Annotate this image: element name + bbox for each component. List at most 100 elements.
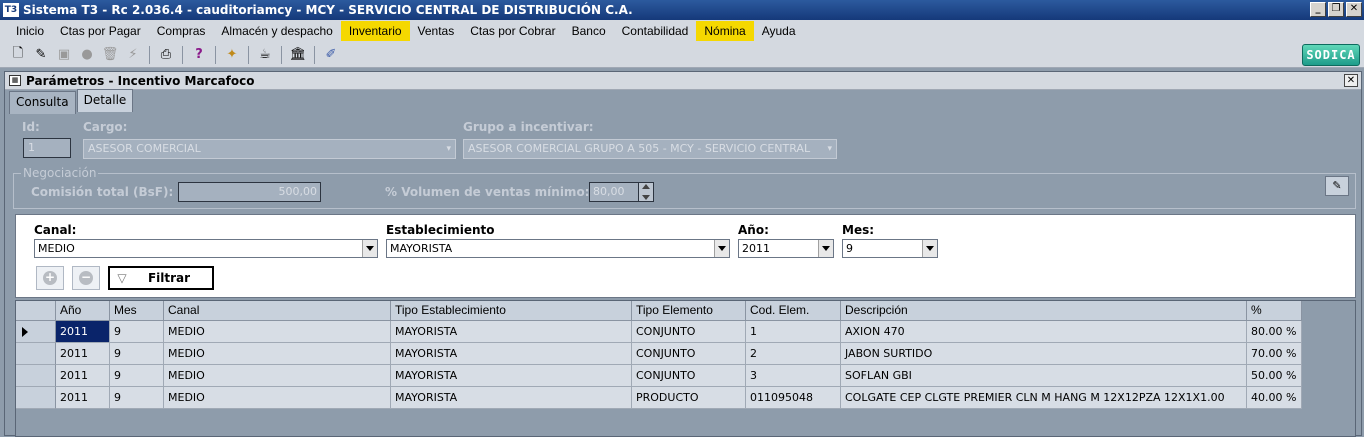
menu-item[interactable]: Banco [564,21,614,41]
table-cell[interactable]: 011095048 [746,387,841,409]
dropdown-arrow-icon[interactable] [714,240,729,257]
table-cell[interactable]: 9 [110,321,164,343]
table-cell[interactable]: MAYORISTA [391,321,632,343]
table-cell[interactable]: 50.00 % [1247,365,1302,387]
funnel-icon: ▽ [117,271,127,285]
tab-consulta[interactable]: Consulta [9,91,76,114]
minimize-icon[interactable]: _ [1310,2,1326,17]
cargo-label: Cargo: [83,120,128,134]
restore-icon[interactable]: ❐ [1328,2,1344,17]
column-header[interactable]: Canal [164,301,391,321]
establecimiento-select[interactable]: MAYORISTA [386,239,730,258]
table-cell[interactable]: MEDIO [164,387,391,409]
menu-item[interactable]: Contabilidad [614,21,697,41]
comision-field[interactable]: 500,00 [178,182,321,202]
volumen-spinner[interactable] [638,182,654,202]
row-selector[interactable] [16,387,56,409]
close-icon[interactable]: ✕ [1346,2,1362,17]
tools-icon[interactable]: ✐ [321,45,341,65]
filter-panel: Canal: MEDIO Establecimiento MAYORISTA A… [15,214,1356,298]
print-icon[interactable]: ⎙ [156,45,176,65]
column-header[interactable]: Mes [110,301,164,321]
column-header[interactable]: Año [56,301,110,321]
lightning-icon[interactable]: ⚡ [123,45,143,65]
id-field[interactable]: 1 [23,138,71,158]
broom-icon[interactable]: ✦ [222,45,242,65]
add-button[interactable]: + [36,266,64,290]
menu-item[interactable]: Ventas [410,21,463,41]
menu-item[interactable]: Almacén y despacho [213,21,340,41]
table-cell[interactable]: AXION 470 [841,321,1247,343]
row-selector[interactable] [16,365,56,387]
table-cell[interactable]: SOFLAN GBI [841,365,1247,387]
remove-button[interactable]: − [72,266,100,290]
row-selector[interactable] [16,343,56,365]
cargo-select[interactable]: ASESOR COMERCIAL ▾ [83,139,456,159]
table-cell[interactable]: 3 [746,365,841,387]
cancel-icon[interactable]: ● [77,45,97,65]
sodica-logo: SODICA [1302,44,1360,66]
bank-icon[interactable]: 🏛 [288,45,308,65]
table-cell[interactable]: CONJUNTO [632,343,746,365]
menu-item[interactable]: Ctas por Cobrar [462,21,563,41]
table-cell[interactable]: MEDIO [164,365,391,387]
anio-select[interactable]: 2011 [738,239,834,258]
table-cell[interactable]: 9 [110,365,164,387]
tab-detalle[interactable]: Detalle [76,89,134,112]
toolbar-separator [215,45,216,64]
table-cell[interactable]: MEDIO [164,343,391,365]
column-header[interactable]: Cod. Elem. [746,301,841,321]
column-header[interactable]: % [1247,301,1302,321]
column-header[interactable]: Descripción [841,301,1247,321]
table-cell[interactable]: 40.00 % [1247,387,1302,409]
table-cell[interactable]: 2011 [56,321,110,343]
help-icon[interactable]: ? [189,45,209,65]
child-close-icon[interactable]: ✕ [1344,74,1358,87]
edit-icon[interactable]: ✎ [31,45,51,65]
table-cell[interactable]: CONJUNTO [632,321,746,343]
table-cell[interactable]: 2 [746,343,841,365]
table-cell[interactable]: 9 [110,343,164,365]
table-cell[interactable]: MAYORISTA [391,365,632,387]
menu-item[interactable]: Inventario [340,21,410,41]
new-doc-icon[interactable]: 🗋 [8,45,28,65]
cargo-select-value: ASESOR COMERCIAL [88,142,201,155]
menu-item[interactable]: Nómina [696,21,754,41]
dropdown-arrow-icon[interactable] [922,240,937,257]
table-cell[interactable]: 70.00 % [1247,343,1302,365]
menu-item[interactable]: Ctas por Pagar [52,21,149,41]
volumen-field[interactable]: 80,00 [589,182,639,202]
edit-negociacion-button[interactable]: ✎ [1325,176,1349,196]
table-cell[interactable]: PRODUCTO [632,387,746,409]
mes-select-value: 9 [846,242,853,255]
table-cell[interactable]: 2011 [56,343,110,365]
menu-item[interactable]: Compras [149,21,214,41]
table-cell[interactable]: MAYORISTA [391,387,632,409]
table-cell[interactable]: JABON SURTIDO [841,343,1247,365]
table-cell[interactable]: 1 [746,321,841,343]
column-header[interactable]: Tipo Establecimiento [391,301,632,321]
table-cell[interactable]: MAYORISTA [391,343,632,365]
table-cell[interactable]: 9 [110,387,164,409]
dropdown-arrow-icon[interactable] [362,240,377,257]
table-cell[interactable]: 2011 [56,387,110,409]
save-icon[interactable]: ▣ [54,45,74,65]
table-cell[interactable]: COLGATE CEP CLGTE PREMIER CLN M HANG M 1… [841,387,1247,409]
dropdown-arrow-icon[interactable] [818,240,833,257]
table-cell[interactable]: CONJUNTO [632,365,746,387]
toolbar-separator [314,45,315,64]
canal-select[interactable]: MEDIO [34,239,378,258]
negociacion-label: Negociación [21,166,99,180]
column-header[interactable]: Tipo Elemento [632,301,746,321]
coffee-icon[interactable]: ☕ [255,45,275,65]
delete-icon[interactable]: 🗑 [100,45,120,65]
table-cell[interactable]: 80.00 % [1247,321,1302,343]
menu-item[interactable]: Inicio [8,21,52,41]
row-selector[interactable] [16,321,56,343]
table-cell[interactable]: 2011 [56,365,110,387]
filtrar-button[interactable]: ▽ Filtrar [108,266,214,290]
table-cell[interactable]: MEDIO [164,321,391,343]
menu-item[interactable]: Ayuda [754,21,804,41]
mes-select[interactable]: 9 [842,239,938,258]
grupo-select[interactable]: ASESOR COMERCIAL GRUPO A 505 - MCY - SER… [463,139,837,159]
